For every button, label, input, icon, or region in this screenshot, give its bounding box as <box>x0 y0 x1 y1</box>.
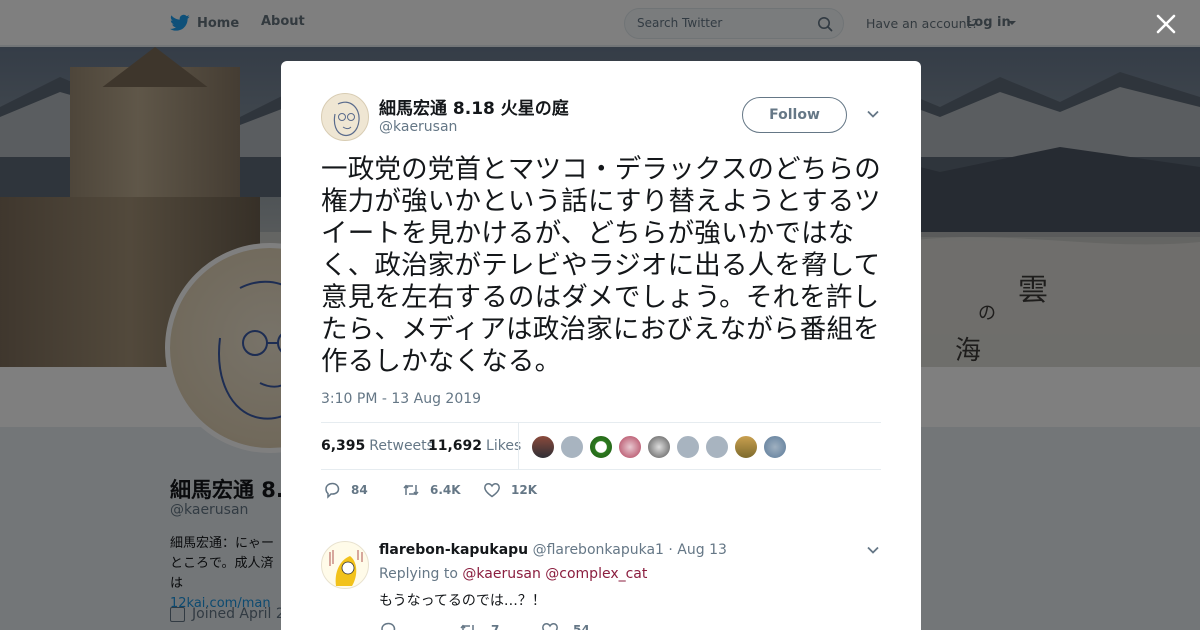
retweets-count: 6,395 <box>321 438 366 454</box>
reply-like-count: 54 <box>573 623 590 630</box>
likes-label: Likes <box>486 438 522 454</box>
chevron-down-icon[interactable] <box>867 110 879 118</box>
liker-avatar[interactable] <box>531 435 555 459</box>
liker-avatar[interactable] <box>618 435 642 459</box>
author-sketch-icon <box>333 101 360 137</box>
like-button[interactable]: 12K <box>483 481 537 499</box>
liker-avatar[interactable] <box>763 435 787 459</box>
reply-tweet[interactable]: flarebon-kapukapu @flarebonkapuka1 · Aug… <box>281 531 921 630</box>
reply-retweet-button[interactable]: 7 <box>459 621 499 630</box>
likes-stat[interactable]: 11,692 Likes <box>428 438 521 454</box>
retweet-icon <box>460 624 474 630</box>
heart-icon <box>542 623 558 630</box>
reply-button[interactable]: 84 <box>323 481 368 499</box>
tweet-author-name[interactable]: 細馬宏通 8.18 火星の庭 <box>379 94 569 119</box>
reply-actions: 7 54 <box>379 621 679 630</box>
reply-icon <box>325 482 340 499</box>
reply-header: flarebon-kapukapu @flarebonkapuka1 · Aug… <box>379 542 727 558</box>
close-icon[interactable] <box>1155 13 1177 35</box>
reply-like-button[interactable]: 54 <box>541 621 590 630</box>
tweet-author-handle[interactable]: @kaerusan <box>379 119 457 135</box>
mention-link[interactable]: @complex_cat <box>545 566 647 582</box>
chevron-down-icon[interactable] <box>867 546 879 554</box>
follow-button[interactable]: Follow <box>742 97 847 133</box>
tweet-author-avatar[interactable] <box>321 93 369 141</box>
reply-author-name[interactable]: flarebon-kapukapu <box>379 542 528 558</box>
reply-author-avatar[interactable] <box>321 541 369 589</box>
tweet-timestamp[interactable]: 3:10 PM - 13 Aug 2019 <box>321 391 481 407</box>
reply-avatar-illustration-icon <box>329 550 363 586</box>
tweet-stats: 6,395 Retweets 11,692 Likes <box>321 422 881 470</box>
heart-icon <box>484 483 500 498</box>
retweets-stat[interactable]: 6,395 Retweets <box>321 438 434 454</box>
reply-date[interactable]: · Aug 13 <box>668 542 727 558</box>
retweets-label: Retweets <box>369 438 434 454</box>
like-count: 12K <box>511 483 537 497</box>
likers-avatars <box>531 435 792 459</box>
mention-link[interactable]: @kaerusan <box>462 566 540 582</box>
replying-to: Replying to @kaerusan @complex_cat <box>379 566 647 582</box>
liker-avatar[interactable] <box>589 435 613 459</box>
liker-avatar[interactable] <box>705 435 729 459</box>
liker-avatar[interactable] <box>647 435 671 459</box>
retweet-count: 6.4K <box>430 483 461 497</box>
reply-reply-button[interactable] <box>379 621 411 630</box>
retweet-icon <box>403 484 419 496</box>
replying-to-label: Replying to <box>379 566 458 582</box>
liker-avatar[interactable] <box>734 435 758 459</box>
retweet-button[interactable]: 6.4K <box>402 481 461 499</box>
reply-retweet-count: 7 <box>491 623 500 630</box>
reply-icon <box>381 622 396 630</box>
thread-separator <box>281 516 921 526</box>
stats-divider <box>518 423 519 469</box>
tweet-text: 一政党の党首とマツコ・デラックスのどちらの権力が強いかという話にすり替えようとす… <box>321 154 881 377</box>
tweet-actions: 84 6.4K 12K <box>321 481 881 501</box>
liker-avatar[interactable] <box>676 435 700 459</box>
tweet-modal: 細馬宏通 8.18 火星の庭 @kaerusan Follow 一政党の党首とマ… <box>281 61 921 630</box>
reply-count: 84 <box>351 483 368 497</box>
reply-author-handle[interactable]: @flarebonkapuka1 <box>533 542 664 558</box>
likes-count: 11,692 <box>428 438 483 454</box>
liker-avatar[interactable] <box>560 435 584 459</box>
reply-text: もうなってるのでは…？！ <box>379 593 546 609</box>
